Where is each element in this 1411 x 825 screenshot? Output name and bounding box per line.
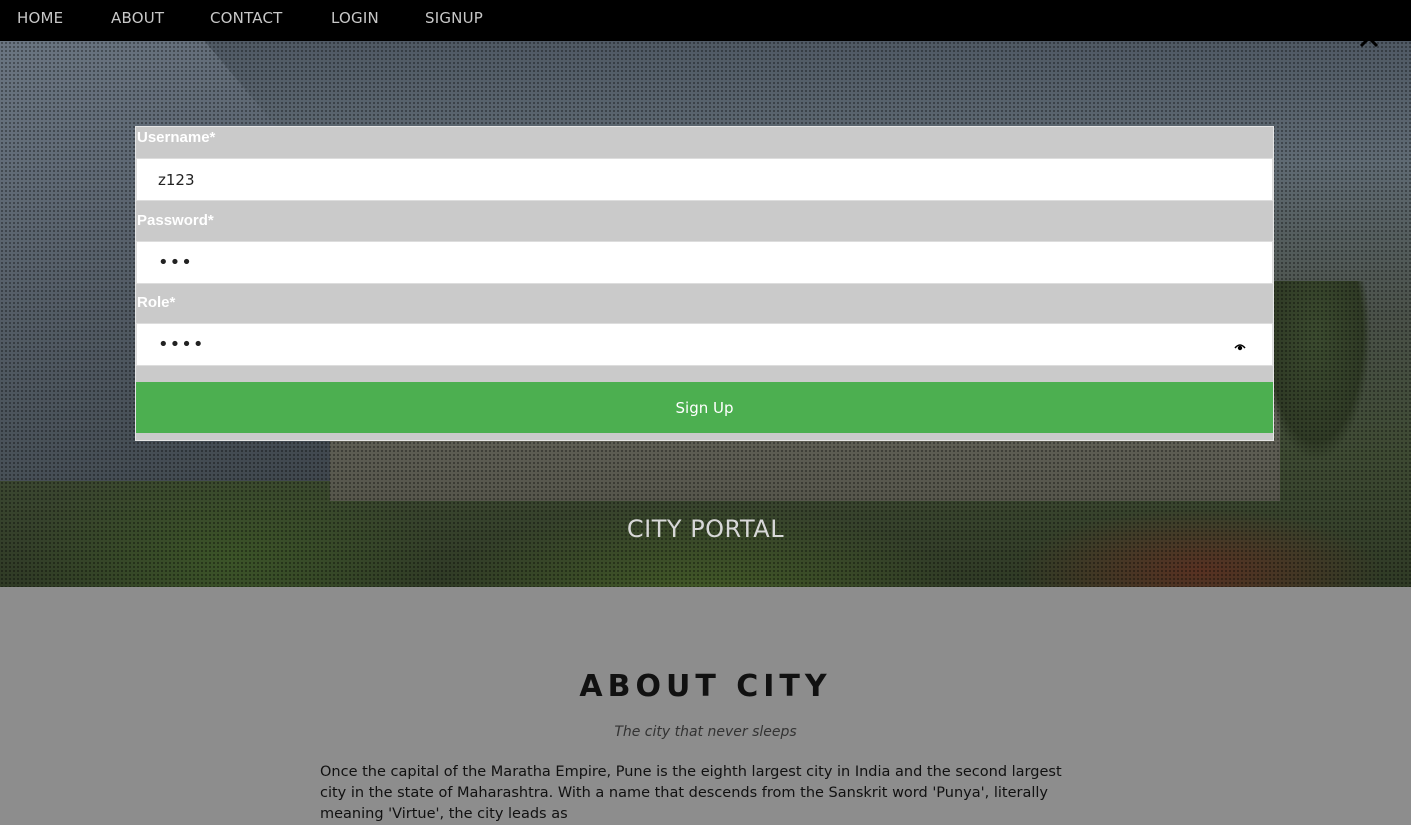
role-label: Role* bbox=[137, 294, 176, 311]
username-label: Username* bbox=[137, 129, 216, 146]
nav-signup-link[interactable]: SIGNUP bbox=[425, 9, 483, 27]
about-subtitle: The city that never sleeps bbox=[614, 724, 797, 740]
nav-about-link[interactable]: ABOUT bbox=[111, 9, 164, 27]
close-icon[interactable] bbox=[1359, 34, 1379, 48]
password-label: Password* bbox=[137, 212, 214, 229]
nav-login-link[interactable]: LOGIN bbox=[331, 9, 379, 27]
top-navbar: HOME ABOUT CONTACT LOGIN SIGNUP bbox=[0, 0, 1411, 41]
about-heading: ABOUT CITY bbox=[579, 669, 832, 704]
signup-button[interactable]: Sign Up bbox=[136, 382, 1273, 433]
about-paragraph: Once the capital of the Maratha Empire, … bbox=[320, 764, 1062, 822]
eye-icon[interactable] bbox=[1234, 339, 1246, 351]
nav-contact-link[interactable]: CONTACT bbox=[210, 9, 283, 27]
username-value: z123 bbox=[158, 170, 195, 189]
hero-title: CITY PORTAL bbox=[626, 515, 785, 543]
username-input[interactable]: z123 bbox=[136, 158, 1273, 201]
password-value: ••• bbox=[158, 252, 193, 273]
nav-home-link[interactable]: HOME bbox=[17, 9, 63, 27]
about-section: ABOUT CITY The city that never sleeps On… bbox=[0, 587, 1411, 822]
role-input[interactable]: •••• bbox=[136, 323, 1273, 366]
password-input[interactable]: ••• bbox=[136, 241, 1273, 284]
signup-form: Username* z123 Password* ••• Role* •••• … bbox=[135, 126, 1274, 441]
role-value: •••• bbox=[158, 334, 205, 355]
